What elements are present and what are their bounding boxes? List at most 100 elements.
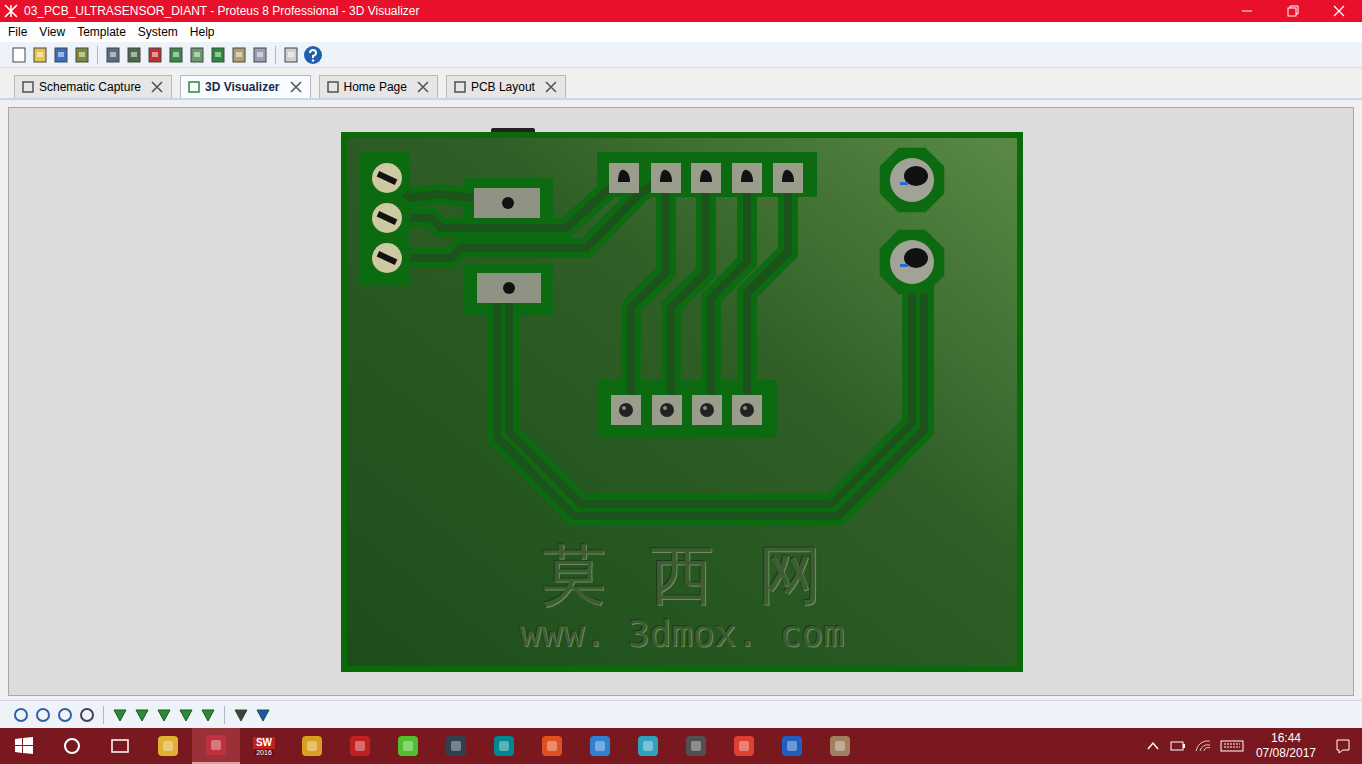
taskbar-app[interactable] <box>384 728 432 764</box>
toolbar-button-icon[interactable] <box>282 46 300 64</box>
wifi-icon[interactable] <box>1194 739 1212 753</box>
app-icon <box>396 734 420 758</box>
windows-start-icon[interactable] <box>0 728 48 764</box>
app-icon <box>444 734 468 758</box>
search-icon[interactable] <box>48 728 96 764</box>
app-icon <box>156 734 180 758</box>
view-button-icon[interactable] <box>199 706 217 724</box>
app-icon <box>540 734 564 758</box>
toolbar-button-icon[interactable] <box>52 46 70 64</box>
viewer-area: 莫西网 www. 3dmox. com <box>0 100 1362 700</box>
tab-type-icon <box>453 80 467 94</box>
taskbar-app[interactable] <box>288 728 336 764</box>
app-icon <box>492 734 516 758</box>
taskbar-app[interactable] <box>576 728 624 764</box>
menu-bar: FileViewTemplateSystemHelp <box>0 22 1362 42</box>
toolbar-button-icon[interactable] <box>188 46 206 64</box>
menu-item[interactable]: File <box>2 25 33 39</box>
toolbar <box>0 42 1362 68</box>
3d-viewport[interactable]: 莫西网 www. 3dmox. com <box>8 107 1354 696</box>
toolbar-button-icon[interactable] <box>31 46 49 64</box>
toolbar-button-icon[interactable] <box>167 46 185 64</box>
clock-date: 07/08/2017 <box>1256 746 1316 761</box>
view-button-icon[interactable] <box>78 706 96 724</box>
menu-item[interactable]: System <box>132 25 184 39</box>
tab-label: PCB Layout <box>471 80 535 94</box>
menu-item[interactable]: Help <box>184 25 221 39</box>
taskbar-app[interactable] <box>816 728 864 764</box>
sw-icon-text: SW <box>253 737 275 749</box>
view-button-icon[interactable] <box>12 706 30 724</box>
taskbar-app[interactable] <box>480 728 528 764</box>
taskbar-app[interactable] <box>672 728 720 764</box>
toolbar-button-icon[interactable] <box>251 46 269 64</box>
taskbar-app[interactable] <box>624 728 672 764</box>
pcb-3d-render <box>341 132 1023 672</box>
taskbar-app[interactable] <box>720 728 768 764</box>
taskbar-app[interactable] <box>432 728 480 764</box>
toolbar-button-icon[interactable] <box>146 46 164 64</box>
keyboard-icon[interactable] <box>1220 739 1244 753</box>
taskbar-app[interactable] <box>336 728 384 764</box>
view-button-icon[interactable] <box>111 706 129 724</box>
taskbar-app[interactable] <box>192 728 240 764</box>
app-icon <box>204 733 228 757</box>
battery-icon[interactable] <box>1168 739 1186 753</box>
proteus-window: 03_PCB_ULTRASENSOR_DIANT - Proteus 8 Pro… <box>0 0 1362 764</box>
clock-time: 16:44 <box>1271 731 1301 746</box>
help-icon[interactable] <box>303 45 323 65</box>
view-button-icon[interactable] <box>34 706 52 724</box>
taskbar-app[interactable] <box>144 728 192 764</box>
notifications-icon[interactable] <box>1328 736 1358 756</box>
app-icon <box>636 734 660 758</box>
taskbar: SW 2016 16:44 07/08/2017 <box>0 728 1362 764</box>
menu-item[interactable]: View <box>33 25 71 39</box>
minimize-icon[interactable] <box>1224 0 1270 22</box>
view-button-icon[interactable] <box>254 706 272 724</box>
tab[interactable]: 3D Visualizer <box>180 75 310 98</box>
title-bar: 03_PCB_ULTRASENSOR_DIANT - Proteus 8 Pro… <box>0 0 1362 22</box>
toolbar-button-icon[interactable] <box>104 46 122 64</box>
app-icon <box>300 734 324 758</box>
close-icon[interactable] <box>1316 0 1362 22</box>
taskbar-app[interactable] <box>768 728 816 764</box>
toolbar-button-icon[interactable] <box>73 46 91 64</box>
app-icon <box>348 734 372 758</box>
restore-icon[interactable] <box>1270 0 1316 22</box>
view-button-icon[interactable] <box>155 706 173 724</box>
view-button-icon[interactable] <box>232 706 250 724</box>
tab-close-icon[interactable] <box>417 81 429 93</box>
view-toolbar <box>0 700 1362 728</box>
tab-close-icon[interactable] <box>545 81 557 93</box>
tab[interactable]: Home Page <box>319 75 438 98</box>
view-button-icon[interactable] <box>177 706 195 724</box>
tab-label: Schematic Capture <box>39 80 141 94</box>
view-button-icon[interactable] <box>133 706 151 724</box>
clock[interactable]: 16:44 07/08/2017 <box>1252 731 1320 761</box>
proteus-icon <box>4 4 18 18</box>
toolbar-button-icon[interactable] <box>10 46 28 64</box>
pcb-board[interactable]: 莫西网 www. 3dmox. com <box>341 132 1023 672</box>
tab[interactable]: PCB Layout <box>446 75 566 98</box>
task-view-icon[interactable] <box>96 728 144 764</box>
watermark-url: www. 3dmox. com <box>519 614 844 654</box>
solidworks-app-icon[interactable]: SW 2016 <box>240 728 288 764</box>
app-icon <box>588 734 612 758</box>
system-tray: 16:44 07/08/2017 <box>1146 731 1362 761</box>
toolbar-button-icon[interactable] <box>125 46 143 64</box>
window-title: 03_PCB_ULTRASENSOR_DIANT - Proteus 8 Pro… <box>24 4 1224 18</box>
chevron-up-icon[interactable] <box>1146 739 1160 753</box>
menu-item[interactable]: Template <box>71 25 132 39</box>
tab-close-icon[interactable] <box>151 81 163 93</box>
app-icon <box>732 734 756 758</box>
tab[interactable]: Schematic Capture <box>14 75 172 98</box>
view-button-icon[interactable] <box>56 706 74 724</box>
app-icon <box>684 734 708 758</box>
toolbar-button-icon[interactable] <box>209 46 227 64</box>
tab-type-icon <box>187 80 201 94</box>
toolbar-button-icon[interactable] <box>230 46 248 64</box>
tab-close-icon[interactable] <box>290 81 302 93</box>
taskbar-app[interactable] <box>528 728 576 764</box>
watermark: 莫西网 www. 3dmox. com <box>341 537 1023 653</box>
tab-type-icon <box>326 80 340 94</box>
